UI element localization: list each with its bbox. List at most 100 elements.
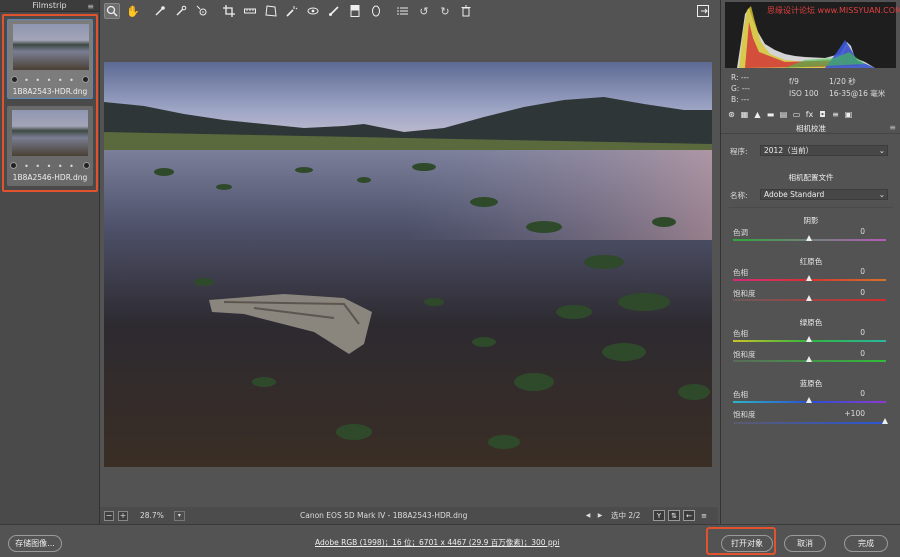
before-after-y-button[interactable]: Y (653, 510, 665, 521)
zoom-out-button[interactable]: − (104, 510, 114, 521)
detail-icon[interactable]: ▲ (753, 110, 762, 119)
filmstrip-header: Filmstrip ≡ (0, 0, 99, 12)
tone-curve-icon[interactable]: ▦ (740, 110, 749, 119)
slider-thumb[interactable] (806, 235, 812, 241)
green-saturation-label: 饱和度 (733, 350, 756, 359)
swap-before-after-button[interactable]: ⇅ (668, 510, 680, 521)
red-hue-label: 色相 (733, 268, 748, 277)
next-image-button[interactable]: ▶ (594, 511, 606, 521)
chevron-down-icon: ⌄ (878, 146, 885, 155)
lens-corrections-icon[interactable]: ▭ (792, 110, 801, 119)
settings-panel: R: --- G: --- B: --- f/9 1/20 秒 ISO 100 … (720, 0, 900, 524)
shadow-tint-label: 色调 (733, 228, 748, 237)
target-adjust-icon[interactable] (194, 3, 210, 19)
name-label: 名称: (730, 191, 748, 200)
red-saturation-label: 饱和度 (733, 289, 756, 298)
red-hue-slider[interactable] (733, 275, 886, 281)
watermark: 思缘设计论坛 www.MISSYUAN.COM (767, 6, 900, 15)
slider-thumb[interactable] (806, 295, 812, 301)
green-saturation-slider[interactable] (733, 356, 886, 362)
filmstrip-selection-highlight: • • • • • 1B8A2543-HDR.dng • • • • • 1B8… (2, 14, 98, 192)
snapshots-icon[interactable]: ▣ (844, 110, 853, 119)
filmstrip-menu-icon[interactable]: ≡ (87, 2, 94, 11)
profile-select[interactable]: Adobe Standard ⌄ (760, 189, 888, 200)
rotate-right-icon[interactable] (82, 76, 89, 83)
blue-hue-slider[interactable] (733, 397, 886, 403)
radial-filter-icon[interactable] (368, 3, 384, 19)
aperture-value: f/9 (789, 77, 799, 86)
rotate-right-icon[interactable] (83, 162, 90, 169)
rotate-right-icon[interactable]: ↻ (437, 3, 453, 19)
transform-icon[interactable] (263, 3, 279, 19)
filmstrip-thumb-2[interactable]: • • • • • 1B8A2546-HDR.dng (7, 106, 93, 186)
blue-saturation-slider[interactable] (733, 418, 888, 424)
hsl-icon[interactable]: ▬ (766, 110, 775, 119)
camera-file-label: Canon EOS 5D Mark IV - 1B8A2543-HDR.dng (300, 511, 468, 520)
copy-settings-button[interactable]: ← (683, 510, 695, 521)
zoom-in-button[interactable]: + (118, 510, 128, 521)
list-icon[interactable] (395, 3, 411, 19)
adjustment-brush-icon[interactable] (326, 3, 342, 19)
rotate-left-icon[interactable]: ↺ (416, 3, 432, 19)
slider-thumb[interactable] (806, 275, 812, 281)
graduated-filter-icon[interactable] (347, 3, 363, 19)
blue-primary-title: 蓝原色 (799, 379, 823, 388)
rating-stars[interactable]: • • • • • (8, 76, 92, 85)
thumbnail-name: 1B8A2546-HDR.dng (12, 173, 88, 182)
process-value: 2012（当前） (764, 146, 814, 155)
rating-stars[interactable]: • • • • • (7, 162, 93, 171)
profile-section-title: 相机配置文件 (788, 173, 834, 182)
effects-icon[interactable]: fx (805, 110, 814, 119)
done-button[interactable]: 完成 (844, 535, 888, 552)
status-bar: − + 28.7% ▾ Canon EOS 5D Mark IV - 1B8A2… (100, 507, 718, 524)
zoom-dropdown-button[interactable]: ▾ (173, 510, 185, 521)
process-select[interactable]: 2012（当前） ⌄ (760, 145, 888, 156)
exif-info: f/9 1/20 秒 ISO 100 16-35@16 毫米 (789, 76, 900, 100)
view-buttons: Y ⇅ ← ≡ (653, 510, 710, 521)
zoom-level: 28.7% (140, 511, 164, 520)
trash-icon[interactable] (458, 3, 474, 19)
crop-icon[interactable] (221, 3, 237, 19)
fullscreen-icon[interactable] (695, 3, 711, 19)
camera-calibration-icon[interactable]: ◘ (818, 110, 827, 119)
shadow-tint-slider[interactable] (733, 235, 886, 241)
slider-thumb[interactable] (882, 418, 888, 424)
red-eye-icon[interactable] (305, 3, 321, 19)
blue-saturation-value[interactable]: +100 (844, 409, 865, 418)
filmstrip-thumb-1[interactable]: • • • • • 1B8A2543-HDR.dng (7, 19, 93, 99)
panel-tabs: ⊛ ▦ ▲ ▬ ▤ ▭ fx ◘ ≡ ▣ (725, 108, 896, 121)
camera-raw-window: Filmstrip ≡ • • • • • 1B8A2543-HDR.dng •… (0, 0, 900, 557)
preview-area[interactable] (100, 22, 718, 506)
white-balance-icon[interactable] (152, 3, 168, 19)
presets-icon[interactable]: ≡ (831, 110, 840, 119)
green-hue-slider[interactable] (733, 336, 886, 342)
red-hue-value[interactable]: 0 (860, 267, 865, 276)
previous-image-button[interactable]: ◀ (582, 511, 594, 521)
blue-hue-value[interactable]: 0 (860, 389, 865, 398)
color-sampler-icon[interactable] (173, 3, 189, 19)
straighten-icon[interactable] (242, 3, 258, 19)
split-toning-icon[interactable]: ▤ (779, 110, 788, 119)
blue-hue-label: 色相 (733, 390, 748, 399)
slider-thumb[interactable] (806, 336, 812, 342)
lens-value: 16-35@16 毫米 (829, 89, 886, 98)
panel-menu-icon[interactable]: ≡ (889, 123, 896, 132)
hand-icon[interactable]: ✋ (125, 3, 141, 19)
red-saturation-value[interactable]: 0 (860, 288, 865, 297)
save-image-button[interactable]: 存储图像... (8, 535, 62, 552)
filmstrip-panel: Filmstrip ≡ • • • • • 1B8A2543-HDR.dng •… (0, 0, 100, 524)
spot-removal-icon[interactable] (284, 3, 300, 19)
workflow-options-link[interactable]: Adobe RGB (1998)；16 位；6701 x 4467 (29.9 … (315, 537, 560, 548)
toggle-settings-icon[interactable]: ≡ (698, 510, 710, 521)
green-saturation-value[interactable]: 0 (860, 349, 865, 358)
zoom-icon[interactable] (104, 3, 120, 19)
cancel-button[interactable]: 取消 (784, 535, 826, 552)
red-saturation-slider[interactable] (733, 295, 886, 301)
basic-panel-icon[interactable]: ⊛ (727, 110, 736, 119)
divider (729, 207, 893, 208)
slider-thumb[interactable] (806, 356, 812, 362)
slider-thumb[interactable] (806, 397, 812, 403)
shadow-tint-value[interactable]: 0 (860, 227, 865, 236)
filmstrip-title: Filmstrip (32, 1, 67, 10)
green-hue-value[interactable]: 0 (860, 328, 865, 337)
